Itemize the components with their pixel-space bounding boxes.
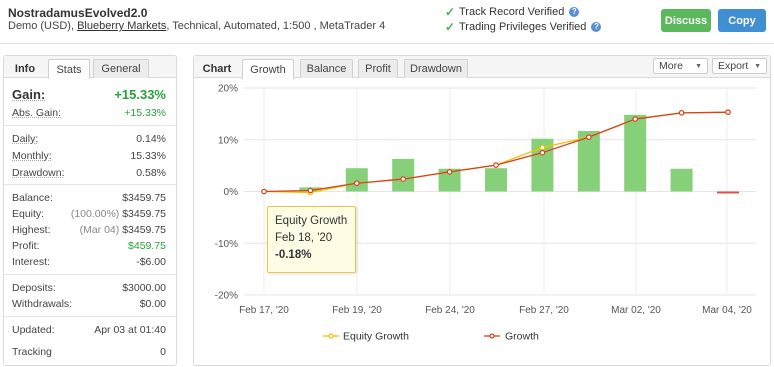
- growth-bar: [624, 114, 647, 192]
- series-point: [585, 134, 592, 140]
- series-point: [678, 110, 685, 116]
- growth-bar: [717, 191, 739, 194]
- series-point: [261, 188, 267, 195]
- tooltip-title: Equity Growth: [275, 215, 348, 227]
- series-point: [493, 162, 499, 168]
- y-tick-label: 20%: [218, 84, 238, 95]
- series-point: [353, 180, 360, 187]
- series-point: [632, 116, 639, 122]
- y-tick-label: 10%: [218, 135, 238, 146]
- x-tick-label: Feb 27, '20: [519, 305, 569, 316]
- y-tick-label: -20%: [215, 291, 238, 302]
- growth-bar: [345, 168, 368, 192]
- growth-bar: [670, 168, 693, 192]
- series-point: [446, 169, 453, 175]
- series-point: [307, 187, 314, 194]
- legend-marker: [489, 333, 495, 339]
- x-tick-label: Feb 19, '20: [332, 305, 382, 316]
- x-tick-label: Mar 04, '20: [702, 305, 752, 316]
- tooltip-value: -0.18%: [275, 249, 312, 261]
- series-point: [400, 176, 407, 182]
- series-point: [725, 109, 731, 115]
- x-tick-label: Feb 17, '20: [239, 305, 289, 316]
- chart-tooltip: Equity Growth Feb 18, '20 -0.18%: [267, 206, 356, 273]
- x-tick-label: Feb 24, '20: [425, 305, 475, 316]
- growth-chart: 20% 10% 0% -10% -20%Feb 17, '20 Feb 19, '20 Fe…: [215, 84, 756, 343]
- y-tick-label: -10%: [215, 239, 238, 250]
- growth-bar: [392, 158, 415, 192]
- growth-bar: [485, 168, 507, 192]
- x-tick-label: Mar 02, '20: [611, 305, 661, 316]
- y-tick-label: 0%: [224, 187, 239, 198]
- legend-label: Growth: [505, 331, 539, 343]
- series-point: [539, 149, 546, 156]
- legend-marker: [328, 333, 334, 339]
- series-point: [539, 144, 546, 151]
- tooltip-date: Feb 18, '20: [275, 232, 333, 244]
- legend-label: Equity Growth: [343, 331, 409, 343]
